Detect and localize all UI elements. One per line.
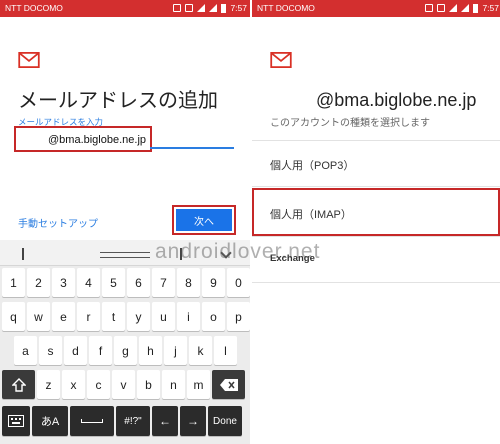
input-mode-key[interactable]: あA <box>32 406 68 436</box>
key-9[interactable]: 9 <box>202 268 225 297</box>
key-row-q: q w e r t y u i o p <box>2 302 250 331</box>
battery-icon <box>473 3 479 13</box>
cursor-right-key[interactable]: → <box>180 406 206 436</box>
carrier-label: NTT DOCOMO <box>5 3 63 13</box>
wifi-icon <box>449 4 458 12</box>
page-title: メールアドレスの追加 <box>18 90 218 112</box>
key-5[interactable]: 5 <box>102 268 125 297</box>
key-s[interactable]: s <box>39 336 62 365</box>
key-7[interactable]: 7 <box>152 268 175 297</box>
key-z[interactable]: z <box>37 370 60 399</box>
arrow-right-icon: → <box>187 414 199 428</box>
left-screen: NTT DOCOMO 7:57 メールアドレスの追加 メールアドレスを入力 @b… <box>0 0 250 444</box>
backspace-key[interactable] <box>212 370 245 399</box>
backspace-icon <box>219 378 238 391</box>
nfc-icon <box>425 4 434 12</box>
key-q[interactable]: q <box>2 302 25 331</box>
key-2[interactable]: 2 <box>27 268 50 297</box>
key-l[interactable]: l <box>214 336 237 365</box>
key-i[interactable]: i <box>177 302 200 331</box>
status-icons: 7:57 <box>425 3 499 13</box>
key-8[interactable]: 8 <box>177 268 200 297</box>
key-v[interactable]: v <box>112 370 135 399</box>
vibrate-icon <box>437 4 446 12</box>
status-icons: 7:57 <box>173 3 247 13</box>
key-n[interactable]: n <box>162 370 185 399</box>
shift-key[interactable] <box>2 370 35 399</box>
email-field-value: @bma.biglobe.ne.jp <box>48 134 147 146</box>
divider <box>252 186 500 187</box>
divider <box>252 236 500 237</box>
next-button-highlight: 次へ <box>172 205 236 235</box>
divider <box>252 140 500 141</box>
status-bar: NTT DOCOMO 7:57 <box>252 0 500 17</box>
carrier-label: NTT DOCOMO <box>257 3 315 13</box>
key-row-bottom: あA #!?" ← → Done <box>2 406 242 436</box>
gmail-logo-icon <box>18 52 40 68</box>
nfc-icon <box>173 4 182 12</box>
key-row-numbers: 1 2 3 4 5 6 7 8 9 0 <box>2 268 250 297</box>
key-m[interactable]: m <box>187 370 210 399</box>
option-pop3[interactable]: 個人用（POP3） <box>270 157 354 173</box>
key-y[interactable]: y <box>127 302 150 331</box>
status-bar: NTT DOCOMO 7:57 <box>0 0 250 17</box>
account-type-subtitle: このアカウントの種類を選択します <box>270 118 430 129</box>
key-row-z: z x c v b n m <box>2 370 245 399</box>
shift-icon <box>11 377 26 392</box>
key-6[interactable]: 6 <box>127 268 150 297</box>
key-f[interactable]: f <box>89 336 112 365</box>
symbols-key[interactable]: #!?" <box>116 406 150 436</box>
gmail-logo-icon <box>270 52 292 68</box>
key-k[interactable]: k <box>189 336 212 365</box>
keyboard-handle-icon[interactable] <box>100 252 150 258</box>
done-key[interactable]: Done <box>208 406 242 436</box>
signal-icon <box>209 4 218 12</box>
key-t[interactable]: t <box>102 302 125 331</box>
next-button[interactable]: 次へ <box>176 209 232 231</box>
key-1[interactable]: 1 <box>2 268 25 297</box>
key-a[interactable]: a <box>14 336 37 365</box>
key-d[interactable]: d <box>64 336 87 365</box>
status-time: 7:57 <box>230 3 247 13</box>
watermark-text: androidlover.net <box>155 240 321 263</box>
key-row-a: a s d f g h j k l <box>14 336 237 365</box>
signal-icon <box>461 4 470 12</box>
soft-keyboard: 1 2 3 4 5 6 7 8 9 0 q w e r t y u i o p … <box>0 240 250 444</box>
keyboard-icon <box>8 415 24 427</box>
key-e[interactable]: e <box>52 302 75 331</box>
key-3[interactable]: 3 <box>52 268 75 297</box>
account-email: @bma.biglobe.ne.jp <box>316 90 477 110</box>
key-w[interactable]: w <box>27 302 50 331</box>
arrow-left-icon: ← <box>159 414 171 428</box>
key-p[interactable]: p <box>227 302 250 331</box>
key-b[interactable]: b <box>137 370 160 399</box>
right-screen: NTT DOCOMO 7:57 @bma.biglobe.ne.jp このアカウ… <box>250 0 500 444</box>
manual-setup-link[interactable]: 手動セットアップ <box>18 215 98 230</box>
keyboard-settings-key[interactable] <box>2 406 30 436</box>
divider <box>252 282 500 283</box>
space-key[interactable] <box>70 406 114 436</box>
email-field[interactable]: @bma.biglobe.ne.jp <box>14 126 152 152</box>
key-x[interactable]: x <box>62 370 85 399</box>
key-g[interactable]: g <box>114 336 137 365</box>
key-h[interactable]: h <box>139 336 162 365</box>
space-icon <box>81 419 103 423</box>
cursor-icon[interactable] <box>22 248 26 260</box>
key-u[interactable]: u <box>152 302 175 331</box>
wifi-icon <box>197 4 206 12</box>
key-0[interactable]: 0 <box>227 268 250 297</box>
input-underline <box>150 147 234 149</box>
key-r[interactable]: r <box>77 302 100 331</box>
vibrate-icon <box>185 4 194 12</box>
key-c[interactable]: c <box>87 370 110 399</box>
cursor-left-key[interactable]: ← <box>152 406 178 436</box>
status-time: 7:57 <box>482 3 499 13</box>
key-4[interactable]: 4 <box>77 268 100 297</box>
key-j[interactable]: j <box>164 336 187 365</box>
battery-icon <box>221 3 227 13</box>
option-imap[interactable]: 個人用（IMAP） <box>270 206 352 222</box>
key-o[interactable]: o <box>202 302 225 331</box>
